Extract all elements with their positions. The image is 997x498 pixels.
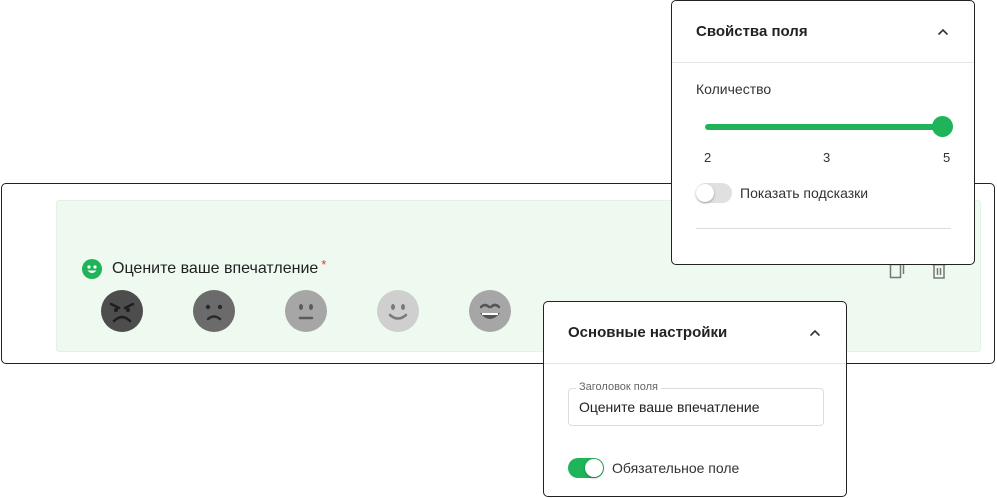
required-mark: *: [321, 256, 327, 272]
grin-face-icon[interactable]: [469, 290, 511, 332]
toggle-knob: [585, 459, 603, 477]
panel-title: Основные настройки: [568, 324, 728, 341]
field-properties-panel: Свойства поля Количество 2 3 5 Показать …: [671, 0, 975, 265]
field-title-legend: Заголовок поля: [576, 381, 661, 393]
slider-tick-min: 2: [704, 150, 712, 165]
show-hints-label: Показать подсказки: [740, 185, 869, 201]
basic-settings-panel: Основные настройки Оцените ваше впечатле…: [543, 301, 847, 497]
smile-face-icon[interactable]: [377, 290, 419, 332]
required-toggle[interactable]: [568, 458, 604, 478]
quantity-label: Количество: [696, 81, 772, 97]
panel-header[interactable]: Свойства поля: [672, 1, 974, 63]
toggle-knob: [696, 184, 714, 202]
slider-tick-mid: 3: [823, 150, 831, 165]
required-label: Обязательное поле: [612, 460, 740, 476]
divider: [696, 228, 951, 229]
field-title-text: Оцените ваше впечатление: [112, 260, 319, 277]
panel-header[interactable]: Основные настройки: [544, 302, 846, 364]
angry-face-icon[interactable]: [101, 290, 143, 332]
sad-face-icon[interactable]: [193, 290, 235, 332]
smiley-badge-icon: [82, 259, 102, 279]
panel-title: Свойства поля: [696, 23, 808, 40]
chevron-up-icon[interactable]: [936, 25, 950, 39]
neutral-face-icon[interactable]: [285, 290, 327, 332]
chevron-up-icon[interactable]: [808, 326, 822, 340]
quantity-slider-track[interactable]: [705, 124, 945, 130]
field-title: Оцените ваше впечатление *: [82, 256, 327, 280]
field-title-input[interactable]: Оцените ваше впечатление: [568, 388, 824, 426]
slider-tick-max: 5: [943, 150, 951, 165]
quantity-slider-thumb[interactable]: [932, 116, 953, 137]
show-hints-toggle[interactable]: [696, 183, 732, 203]
field-title-input-value[interactable]: Оцените ваше впечатление: [579, 399, 760, 415]
